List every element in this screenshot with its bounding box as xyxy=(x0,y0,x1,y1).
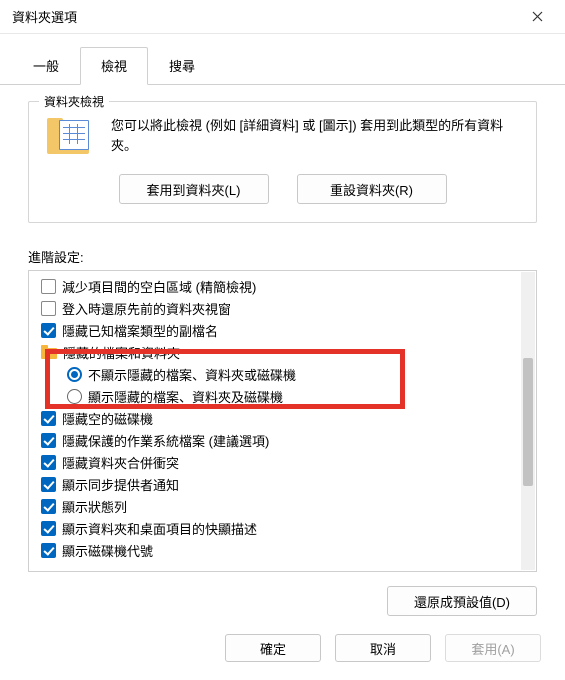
adv-item-label: 顯示磁碟機代號 xyxy=(62,541,153,560)
checkbox[interactable] xyxy=(41,477,56,492)
apply-button[interactable]: 套用(A) xyxy=(445,634,541,662)
adv-item-10[interactable]: 顯示狀態列 xyxy=(35,495,520,517)
adv-item-6[interactable]: 隱藏空的磁碟機 xyxy=(35,407,520,429)
adv-item-label: 不顯示隱藏的檔案、資料夾或磁碟機 xyxy=(88,365,296,384)
tab-general[interactable]: 一般 xyxy=(12,47,80,85)
folder-view-group: 資料夾檢視 您可以將此檢視 (例如 [詳細資料] 或 [圖示]) 套用到此類型的… xyxy=(28,101,537,223)
adv-item-4[interactable]: 不顯示隱藏的檔案、資料夾或磁碟機 xyxy=(35,363,520,385)
advanced-settings-box: 減少項目間的空白區域 (精簡檢視) 登入時還原先前的資料夾視窗隱藏已知檔案類型的副… xyxy=(28,270,537,572)
tab-bar: 一般 檢視 搜尋 xyxy=(0,46,565,85)
adv-item-9[interactable]: 顯示同步提供者通知 xyxy=(35,473,520,495)
checkbox[interactable] xyxy=(41,301,56,316)
adv-item-8[interactable]: 隱藏資料夾合併衝突 xyxy=(35,451,520,473)
close-icon xyxy=(532,11,543,22)
checkbox[interactable] xyxy=(41,323,56,338)
adv-item-label: 隱藏已知檔案類型的副檔名 xyxy=(62,321,218,340)
adv-item-7[interactable]: 隱藏保護的作業系統檔案 (建議選項) xyxy=(35,429,520,451)
titlebar: 資料夾選項 xyxy=(0,0,565,34)
adv-item-label: 隱藏保護的作業系統檔案 (建議選項) xyxy=(62,431,269,450)
checkbox[interactable] xyxy=(41,279,56,294)
adv-item-label: 減少項目間的空白區域 (精簡檢視) xyxy=(62,277,256,296)
adv-item-3: 隱藏的檔案和資料夾 xyxy=(35,341,520,363)
scrollbar[interactable] xyxy=(521,272,535,570)
apply-to-folders-label: 套用到資料夾(L) xyxy=(147,180,241,199)
scrollbar-thumb[interactable] xyxy=(523,358,533,486)
tab-search[interactable]: 搜尋 xyxy=(148,47,216,85)
advanced-settings-label: 進階設定: xyxy=(28,247,537,266)
cancel-label: 取消 xyxy=(370,639,396,658)
checkbox[interactable] xyxy=(41,433,56,448)
restore-defaults-button[interactable]: 還原成預設值(D) xyxy=(387,586,537,616)
reset-folders-button[interactable]: 重設資料夾(R) xyxy=(297,174,447,204)
radio[interactable] xyxy=(67,389,82,404)
checkbox[interactable] xyxy=(41,411,56,426)
ok-button[interactable]: 確定 xyxy=(225,634,321,662)
content-panel: 資料夾檢視 您可以將此檢視 (例如 [詳細資料] 或 [圖示]) 套用到此類型的… xyxy=(0,85,565,626)
window-title: 資料夾選項 xyxy=(12,7,77,26)
checkbox[interactable] xyxy=(41,521,56,536)
adv-item-5[interactable]: 顯示隱藏的檔案、資料夾及磁碟機 xyxy=(35,385,520,407)
apply-to-folders-button[interactable]: 套用到資料夾(L) xyxy=(119,174,269,204)
adv-item-0[interactable]: 減少項目間的空白區域 (精簡檢視) xyxy=(35,275,520,297)
adv-item-1[interactable]: 登入時還原先前的資料夾視窗 xyxy=(35,297,520,319)
checkbox[interactable] xyxy=(41,543,56,558)
tab-view[interactable]: 檢視 xyxy=(80,47,148,85)
checkbox[interactable] xyxy=(41,455,56,470)
adv-item-12[interactable]: 顯示磁碟機代號 xyxy=(35,539,520,561)
radio[interactable] xyxy=(67,367,82,382)
adv-item-label: 隱藏空的磁碟機 xyxy=(62,409,153,428)
apply-label: 套用(A) xyxy=(471,639,514,658)
adv-item-label: 隱藏的檔案和資料夾 xyxy=(63,343,180,362)
reset-folders-label: 重設資料夾(R) xyxy=(330,180,413,199)
dialog-footer: 確定 取消 套用(A) xyxy=(0,620,565,680)
restore-defaults-label: 還原成預設值(D) xyxy=(414,592,510,611)
cancel-button[interactable]: 取消 xyxy=(335,634,431,662)
folder-view-description: 您可以將此檢視 (例如 [詳細資料] 或 [圖示]) 套用到此類型的所有資料夾。 xyxy=(111,116,520,155)
folder-icon xyxy=(45,116,93,160)
folder-icon xyxy=(41,345,57,359)
close-button[interactable] xyxy=(521,3,553,31)
adv-item-label: 顯示狀態列 xyxy=(62,497,127,516)
adv-item-label: 顯示隱藏的檔案、資料夾及磁碟機 xyxy=(88,387,283,406)
adv-item-11[interactable]: 顯示資料夾和桌面項目的快顯描述 xyxy=(35,517,520,539)
adv-item-label: 顯示資料夾和桌面項目的快顯描述 xyxy=(62,519,257,538)
advanced-settings-list[interactable]: 減少項目間的空白區域 (精簡檢視) 登入時還原先前的資料夾視窗隱藏已知檔案類型的副… xyxy=(29,271,520,571)
checkbox[interactable] xyxy=(41,499,56,514)
adv-item-label: 顯示同步提供者通知 xyxy=(62,475,179,494)
folder-view-group-label: 資料夾檢視 xyxy=(39,93,109,110)
adv-item-label: 隱藏資料夾合併衝突 xyxy=(62,453,179,472)
ok-label: 確定 xyxy=(260,639,286,658)
adv-item-label: 登入時還原先前的資料夾視窗 xyxy=(62,299,231,318)
adv-item-2[interactable]: 隱藏已知檔案類型的副檔名 xyxy=(35,319,520,341)
